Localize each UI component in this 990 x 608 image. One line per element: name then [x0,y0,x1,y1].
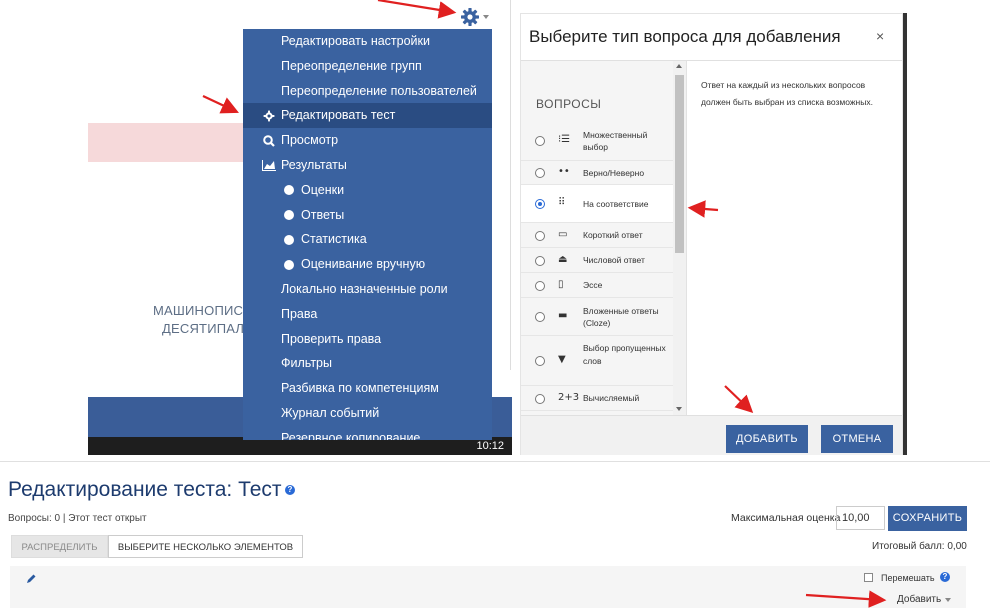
arrow-to-add-link [805,590,887,608]
arrow-to-matching [687,200,719,218]
arrow-to-edit-test [202,95,239,114]
arrow-to-add-button [724,385,754,414]
annotation-arrows [202,0,887,608]
arrow-to-gear [377,0,457,19]
